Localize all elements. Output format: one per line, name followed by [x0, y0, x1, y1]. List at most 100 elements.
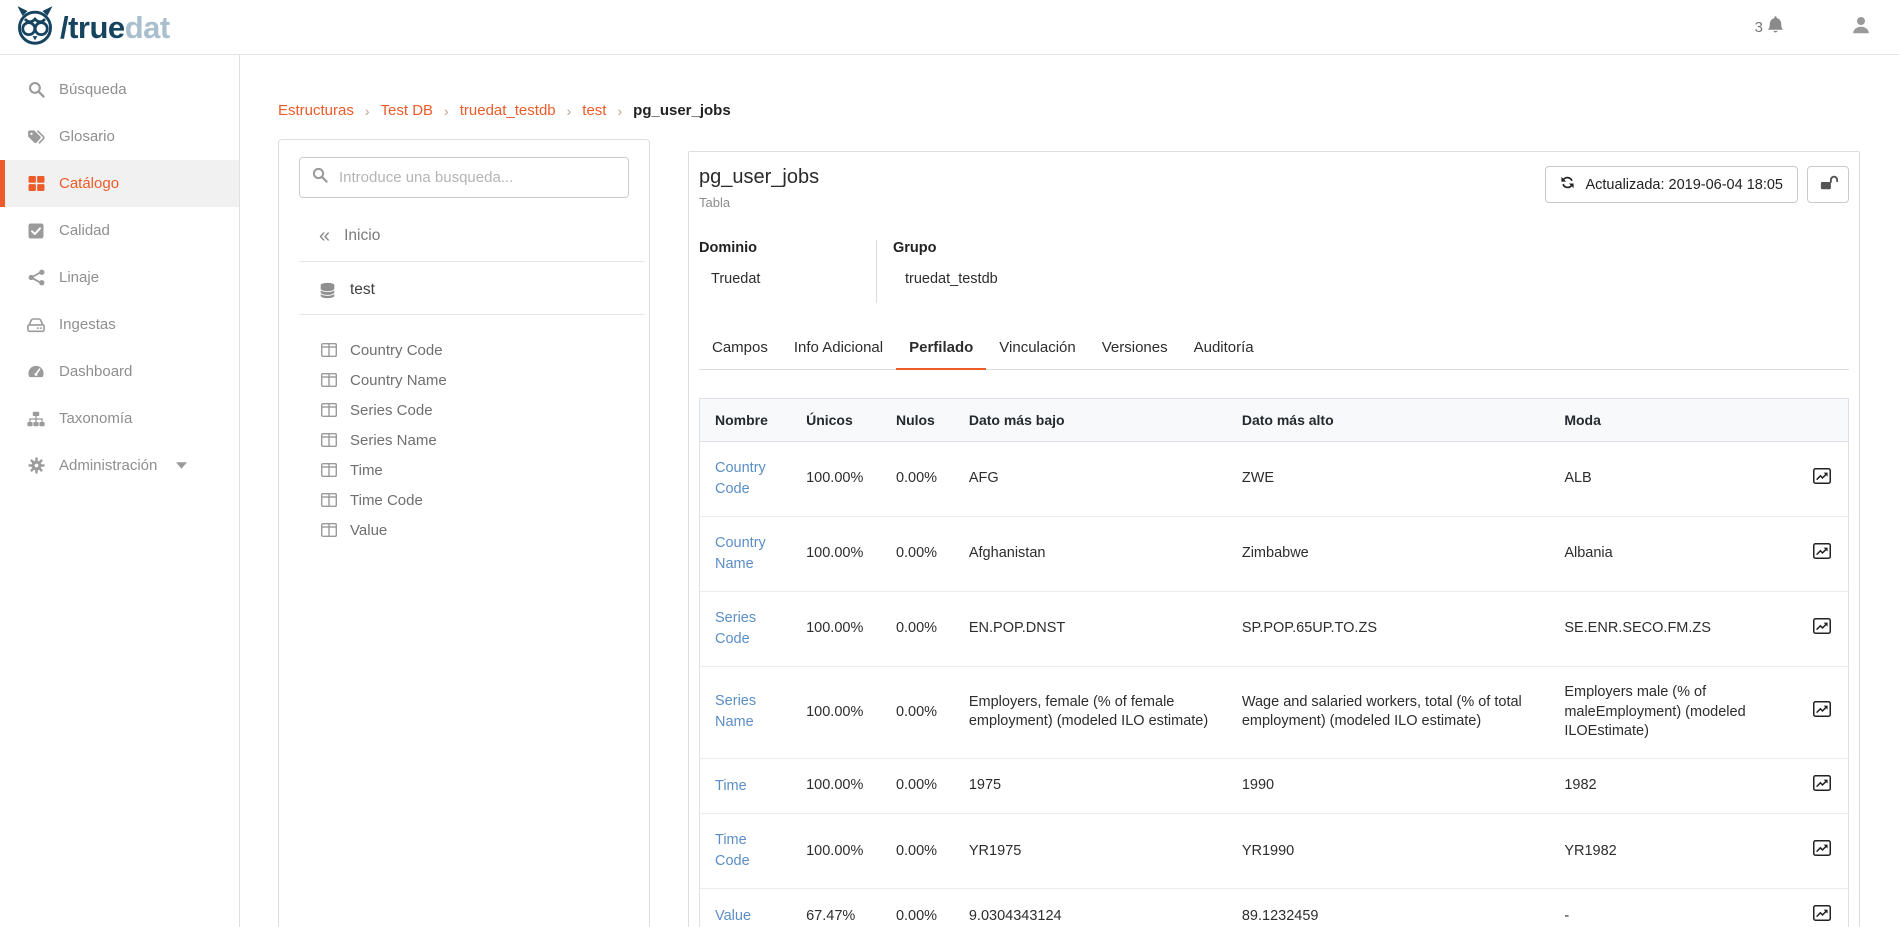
- highest-value: Zimbabwe: [1227, 517, 1549, 592]
- bell-icon: [1766, 15, 1785, 39]
- mode-value: 1982: [1549, 758, 1796, 814]
- breadcrumb: Estructuras›Test DB›truedat_testdb›test›…: [278, 102, 1899, 119]
- chart-line-icon[interactable]: [1811, 840, 1833, 859]
- sidebar-item-label: Calidad: [59, 222, 110, 239]
- chart-line-icon[interactable]: [1811, 701, 1833, 720]
- tags-icon: [25, 129, 47, 145]
- gear-icon: [25, 457, 47, 474]
- highest-value: Wage and salaried workers, total (% of t…: [1227, 667, 1549, 759]
- divider: [299, 314, 645, 315]
- tree-back-item[interactable]: « Inicio: [279, 226, 649, 246]
- nulls-percent: 0.00%: [881, 758, 954, 814]
- sidebar-item-dashboard[interactable]: Dashboard: [0, 348, 239, 395]
- field-name-link[interactable]: Time: [715, 776, 747, 797]
- app-logo[interactable]: /truedat: [14, 4, 170, 51]
- profile-table-body: Country Code100.00%0.00%AFGZWEALBCountry…: [700, 442, 1849, 927]
- tree-search-input[interactable]: [339, 169, 616, 186]
- updated-label: Actualizada: 2019-06-04 18:05: [1585, 177, 1783, 193]
- sidebar-item-ingestas[interactable]: Ingestas: [0, 301, 239, 348]
- sidebar-item-glosario[interactable]: Glosario: [0, 113, 239, 160]
- sidebar-item-label: Administración: [59, 457, 157, 474]
- tree-item-column[interactable]: Country Name: [279, 365, 649, 395]
- sidebar-item-calidad[interactable]: Calidad: [0, 207, 239, 254]
- column-header: Nulos: [881, 399, 954, 442]
- columns-icon: [321, 373, 337, 387]
- column-header: Únicos: [791, 399, 881, 442]
- breadcrumb-link[interactable]: Estructuras: [278, 102, 354, 119]
- tab-vinculacion[interactable]: Vinculación: [986, 329, 1088, 369]
- columns-icon: [321, 463, 337, 477]
- tree-parent-label: test: [350, 281, 375, 299]
- profile-table-header-row: NombreÚnicosNulosDato más bajoDato más a…: [700, 399, 1849, 442]
- field-name-link[interactable]: Series Name: [715, 691, 776, 733]
- sidebar-item-busqueda[interactable]: Búsqueda: [0, 66, 239, 113]
- highest-value: ZWE: [1227, 442, 1549, 517]
- sidebar-item-taxonomia[interactable]: Taxonomía: [0, 395, 239, 442]
- tree-item-column[interactable]: Country Code: [279, 335, 649, 365]
- domain-value: Truedat: [699, 271, 876, 287]
- caret-down-icon: [176, 462, 187, 469]
- unique-percent: 100.00%: [791, 758, 881, 814]
- user-menu-button[interactable]: [1851, 15, 1871, 40]
- highest-value: 1990: [1227, 758, 1549, 814]
- tree-item-parent[interactable]: test: [279, 281, 649, 299]
- columns-icon: [321, 523, 337, 537]
- domain-label: Dominio: [699, 240, 876, 256]
- check-square-icon: [25, 223, 47, 239]
- profile-row: Country Name100.00%0.00%AfghanistanZimba…: [700, 517, 1849, 592]
- tree-item-column[interactable]: Time Code: [279, 485, 649, 515]
- chart-line-icon[interactable]: [1811, 468, 1833, 487]
- tree-columns-list: Country CodeCountry Name Series Code Serie…: [279, 335, 649, 565]
- chart-line-icon[interactable]: [1811, 618, 1833, 637]
- tab-info-adicional[interactable]: Info Adicional: [781, 329, 896, 369]
- lowest-value: Employers, female (% of female employmen…: [954, 667, 1227, 759]
- breadcrumb-separator-icon: ›: [617, 103, 622, 119]
- tree-item-column[interactable]: Series Code: [279, 395, 649, 425]
- breadcrumb-link[interactable]: truedat_testdb: [460, 102, 556, 119]
- mode-value: Albania: [1549, 517, 1796, 592]
- breadcrumb-link[interactable]: test: [582, 102, 606, 119]
- highest-value: SP.POP.65UP.TO.ZS: [1227, 592, 1549, 667]
- lock-button[interactable]: [1807, 166, 1849, 203]
- field-name-link[interactable]: Value: [715, 906, 751, 927]
- columns-icon: [321, 343, 337, 357]
- sidebar-item-catalogo[interactable]: Catálogo: [0, 160, 239, 207]
- updated-button[interactable]: Actualizada: 2019-06-04 18:05: [1545, 166, 1798, 203]
- tree-item-column[interactable]: Value: [279, 515, 649, 545]
- tree-item-column[interactable]: Series Name: [279, 425, 649, 455]
- group-value: truedat_testdb: [893, 271, 998, 287]
- nulls-percent: 0.00%: [881, 442, 954, 517]
- sidebar-item-administracion[interactable]: Administración: [0, 442, 239, 489]
- breadcrumb-link[interactable]: Test DB: [381, 102, 434, 119]
- field-name-link[interactable]: Country Code: [715, 458, 776, 500]
- chart-line-icon[interactable]: [1811, 775, 1833, 794]
- tree-column-label: Time: [350, 462, 383, 479]
- structure-type-label: Tabla: [699, 195, 819, 210]
- unique-percent: 100.00%: [791, 442, 881, 517]
- nulls-percent: 0.00%: [881, 814, 954, 889]
- page-title: pg_user_jobs: [699, 166, 819, 189]
- nulls-percent: 0.00%: [881, 517, 954, 592]
- search-icon: [25, 81, 47, 98]
- tab-perfilado[interactable]: Perfilado: [896, 329, 986, 370]
- sidebar: Búsqueda GlosarioCatálogo Calidad LinajeIng…: [0, 55, 240, 927]
- structure-detail-panel: pg_user_jobs Tabla Actualizada: 2019-: [688, 151, 1860, 927]
- sidebar-item-linaje[interactable]: Linaje: [0, 254, 239, 301]
- columns-icon: [321, 433, 337, 447]
- sidebar-item-label: Dashboard: [59, 363, 132, 380]
- chart-line-icon[interactable]: [1811, 543, 1833, 562]
- tab-versiones[interactable]: Versiones: [1089, 329, 1181, 369]
- hdd-icon: [25, 317, 47, 333]
- breadcrumb-current: pg_user_jobs: [633, 102, 731, 119]
- field-name-link[interactable]: Series Code: [715, 608, 776, 650]
- tab-campos[interactable]: Campos: [699, 329, 781, 369]
- notifications-button[interactable]: 3: [1755, 15, 1785, 39]
- tree-item-column[interactable]: Time: [279, 455, 649, 485]
- tab-auditoria[interactable]: Auditoría: [1181, 329, 1267, 369]
- tree-column-label: Series Code: [350, 402, 433, 419]
- column-header: Nombre: [700, 399, 792, 442]
- field-name-link[interactable]: Time Code: [715, 830, 776, 872]
- field-name-link[interactable]: Country Name: [715, 533, 776, 575]
- chart-line-icon[interactable]: [1811, 905, 1833, 924]
- sidebar-item-label: Búsqueda: [59, 81, 127, 98]
